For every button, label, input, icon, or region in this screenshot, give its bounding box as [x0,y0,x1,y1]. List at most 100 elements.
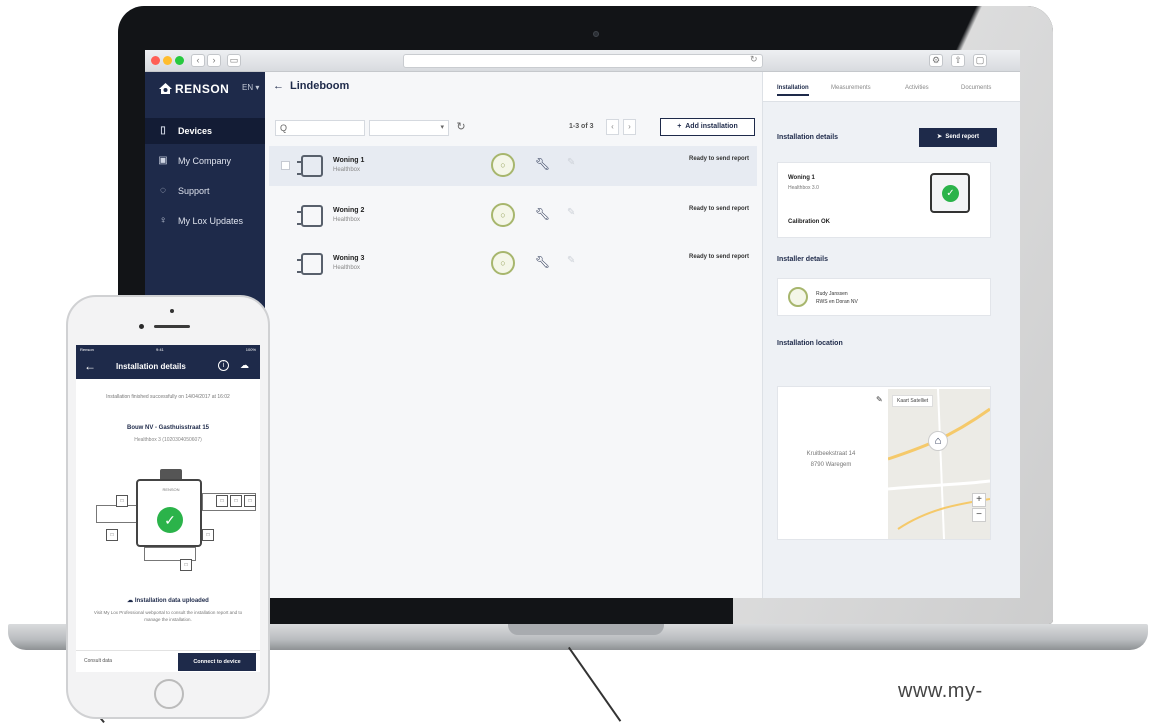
phone-status-bar: Renson 9:41 100% [76,345,260,355]
refresh-icon[interactable]: ↻ [453,119,469,135]
laptop-notch [508,624,664,635]
status-circle-icon: ○ [491,203,515,227]
settings-icon[interactable]: ⚙ [929,54,943,67]
cloud-upload-icon[interactable]: ☁ [240,360,249,371]
sidebar-item-devices[interactable]: ▯ Devices [145,118,265,144]
page-title: ← Lindeboom [273,80,349,92]
sidebar-item-my-company[interactable]: ▣ My Company [145,148,265,174]
renson-house-icon [159,83,172,94]
minimize-window-button[interactable] [163,56,172,65]
sidebar-item-label: Devices [178,126,213,136]
port-icon: □ [180,559,192,571]
sidebar-item-label: My Lox Updates [178,216,244,226]
filter-dropdown[interactable]: ▾ [369,120,449,136]
pencil-icon[interactable]: ✎ [567,157,575,168]
device-chip-icon [297,205,323,227]
upload-status: ☁ Installation data uploaded [127,598,209,604]
sidebar-item-updates[interactable]: ♀ My Lox Updates [145,208,265,234]
wrench-icon[interactable]: 🔧︎ [535,157,550,171]
upload-status-text: Installation data uploaded [134,598,209,604]
location-map[interactable]: Kaart Satelliet ⌂ + − [888,389,990,539]
home-button[interactable] [154,679,184,709]
port-icon: □ [244,495,256,507]
battery-label: 100% [245,347,256,352]
row-status: Ready to send report [688,254,749,260]
wrench-icon[interactable]: 🔧︎ [535,207,550,221]
maximize-window-button[interactable] [175,56,184,65]
search-icon: Q [280,123,288,133]
edit-location-icon[interactable]: ✎ [876,395,883,404]
address-bar[interactable] [403,54,763,68]
language-selector[interactable]: EN ▾ [242,83,259,92]
location-card: Kruitbeekstraat 14 8790 Waregem ✎ Kaart S… [777,386,991,540]
upload-note: Visit My Lox Professional webportal to c… [93,610,243,622]
page-title-text: Lindeboom [290,80,350,92]
search-input[interactable]: Q [275,120,365,136]
back-arrow-icon[interactable]: ← [84,359,96,373]
laptop-screen: ‹ › ▭ ↻ ⚙ ⇧ ▢ RENSON EN ▾ ▯ Devices ▣ My… [145,50,1020,598]
tab-activities[interactable]: Activities [905,85,929,91]
prev-page-button[interactable]: ‹ [606,119,619,135]
installation-details-heading: Installation details [777,134,839,141]
carrier-label: Renson [80,347,94,352]
back-arrow-icon[interactable]: ← [273,80,284,92]
sidebar-item-support[interactable]: ◌ Support [145,178,265,204]
duct-left [96,505,138,523]
table-row[interactable]: Woning 3 Healthbox ○ 🔧︎ ✎ Ready to send … [269,244,757,284]
send-report-button[interactable]: ➤ Send report [919,128,997,147]
sidebar-item-label: Support [178,186,210,196]
phone-sensor [170,309,174,313]
calibration-status: Calibration OK [788,219,831,225]
row-status: Ready to send report [688,156,749,162]
chevron-down-icon: ▾ [440,124,444,131]
row-subtitle: Healthbox [333,217,361,223]
device-chip-icon [297,155,323,177]
pencil-icon[interactable]: ✎ [567,255,575,266]
table-row[interactable]: Woning 2 Healthbox ○ 🔧︎ ✎ Ready to send … [269,196,757,236]
table-row[interactable]: Woning 1 Healthbox ○ 🔧︎ ✎ Ready to send … [269,146,757,186]
address-line-1: Kruitbeekstraat 14 [806,451,856,457]
next-page-button[interactable]: › [623,119,636,135]
back-nav-icon[interactable]: ‹ [191,54,205,67]
port-icon: □ [230,495,242,507]
connect-device-button[interactable]: Connect to device [178,653,256,671]
renson-logo[interactable]: RENSON [159,82,229,96]
consult-data-button[interactable]: Consult data [84,658,112,664]
building-icon: ▣ [158,155,168,166]
tab-measurements[interactable]: Measurements [831,85,871,91]
row-name: Woning 1 [333,157,365,164]
add-installation-button[interactable]: + Add installation [660,118,755,136]
reload-icon[interactable]: ↻ [750,54,758,65]
phone-screen: Renson 9:41 100% ← Installation details … [76,345,260,672]
tab-installation[interactable]: Installation [777,85,809,96]
sidebar-toggle-icon[interactable]: ▭ [227,54,241,67]
phone-header: ← Installation details i ☁ [76,355,260,379]
zoom-out-button[interactable]: − [972,508,986,522]
status-circle-icon: ○ [491,251,515,275]
browser-toolbar: ‹ › ▭ ↻ ⚙ ⇧ ▢ [145,50,1020,72]
close-window-button[interactable] [151,56,160,65]
wrench-icon[interactable]: 🔧︎ [535,255,550,269]
device-model: Healthbox 3.0 [788,185,819,191]
zoom-in-button[interactable]: + [972,493,986,507]
share-icon[interactable]: ⇧ [951,54,965,67]
address-text: Kruitbeekstraat 14 8790 Waregem [786,449,876,471]
map-type-toggle[interactable]: Kaart Satelliet [892,395,934,407]
phone-title: Installation details [116,362,186,371]
installer-name: Rudy Janssen [816,291,848,297]
tab-documents[interactable]: Documents [961,85,991,91]
logo-text: RENSON [175,82,230,96]
pencil-icon[interactable]: ✎ [567,207,575,218]
unit-top [160,469,182,479]
port-icon: □ [216,495,228,507]
language-label: EN [242,83,254,92]
tabs-icon[interactable]: ▢ [973,54,987,67]
row-checkbox[interactable] [281,161,290,170]
clock-label: 9:41 [156,347,164,352]
ventilation-unit-icon: RENSON ✓ [136,469,202,547]
installer-company: RWS en Doran NV [816,299,858,305]
info-icon[interactable]: i [218,360,229,371]
forward-nav-icon[interactable]: › [207,54,221,67]
row-subtitle: Healthbox [333,265,361,271]
details-tabs: Installation Measurements Activities Doc… [763,72,1020,102]
